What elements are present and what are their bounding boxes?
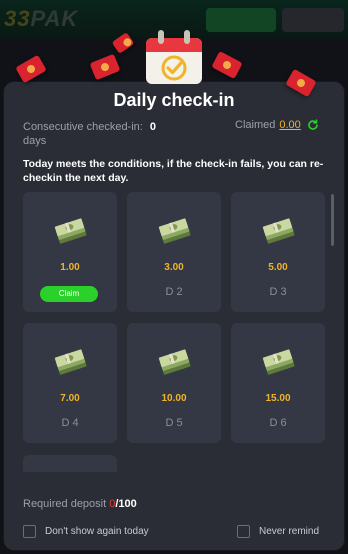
consecutive-unit: days [23,135,47,147]
day-card-7[interactable] [23,455,117,472]
day-amount: 10.00 [161,393,187,404]
daily-checkin-modal: Daily check-in Consecutive checked-in: 0… [4,82,344,550]
money-stack-icon [262,349,295,375]
day-label: D 3 [269,286,287,298]
grid-scrollbar[interactable] [331,194,334,246]
day-card-6[interactable]: 15.00 D 6 [231,323,325,443]
day-amount: 5.00 [268,262,288,273]
modal-title: Daily check-in [113,90,235,110]
never-remind-label: Never remind [259,526,320,537]
day-grid: 1.00 Claim 3.00 D 2 5.00 D 3 7.00 D 4 10… [23,192,325,472]
money-stack-icon [158,218,191,244]
calendar-check-icon [146,30,202,84]
day-card-5[interactable]: 10.00 D 5 [127,323,221,443]
checkbox-box[interactable] [23,525,36,538]
checkin-notice: Today meets the conditions, if the check… [23,158,324,184]
deposit-label: Required deposit [23,498,107,510]
day-amount: 3.00 [164,262,184,273]
day-amount: 15.00 [265,393,291,404]
money-stack-icon [158,349,191,375]
day-card-2[interactable]: 3.00 D 2 [127,192,221,312]
checkbox-box[interactable] [237,525,250,538]
money-stack-icon [54,349,87,375]
day-label: D 5 [165,417,183,429]
day-label: D 4 [61,417,79,429]
day-card-1[interactable]: 1.00 Claim [23,192,117,312]
consecutive-value: 0 [149,121,157,133]
claimed-amount[interactable]: 0.00 [279,119,300,131]
consecutive-checkin: Consecutive checked-in: 0 days [23,120,183,148]
day-label: D 6 [269,417,287,429]
deposit-required: /100 [115,498,137,510]
never-remind-checkbox[interactable]: Never remind [237,525,319,538]
day-amount: 7.00 [60,393,80,404]
day-card-3[interactable]: 5.00 D 3 [231,192,325,312]
day-label: D 2 [165,286,183,298]
day-amount: 1.00 [60,262,80,273]
claimed-summary: Claimed 0.00 [235,119,319,131]
dont-show-checkbox[interactable]: Don't show again today [23,525,149,538]
day-card-4[interactable]: 7.00 D 4 [23,323,117,443]
required-deposit: Required deposit 0/100 [23,498,137,510]
consecutive-label: Consecutive checked-in: [23,121,143,133]
money-stack-icon [54,218,87,244]
claim-button[interactable]: Claim [40,286,98,302]
money-stack-icon [262,218,295,244]
refresh-icon[interactable] [307,119,319,131]
dont-show-label: Don't show again today [45,526,149,537]
claimed-label: Claimed [235,119,276,131]
